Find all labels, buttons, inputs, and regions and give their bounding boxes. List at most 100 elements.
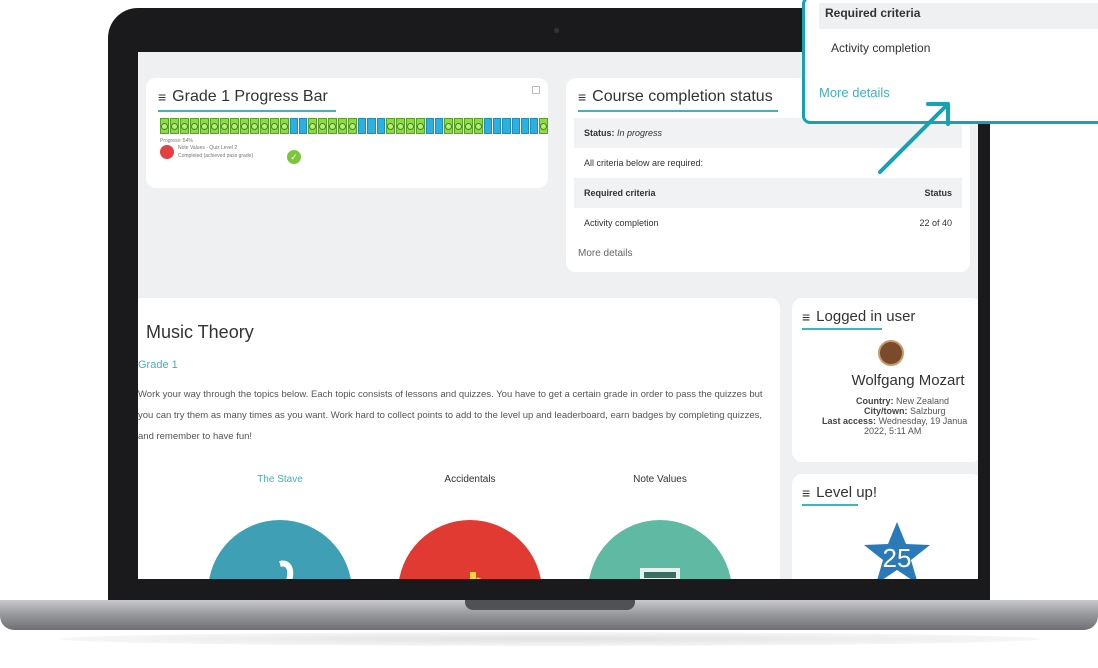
menu-icon: ≡ [802, 484, 811, 501]
progress-segment[interactable] [425, 118, 434, 134]
city-label: City/town: [864, 406, 908, 416]
progress-segment[interactable] [484, 118, 493, 134]
progress-segment[interactable] [395, 118, 405, 134]
note-icon [640, 568, 680, 579]
callout-activity: Activity completion [831, 41, 931, 55]
quiz-title[interactable]: Note Values - Quiz Level 2 [178, 145, 237, 151]
progress-segment[interactable] [520, 118, 529, 134]
grade-link[interactable]: Grade 1 [138, 359, 178, 371]
progress-text: Progress: 54% [160, 138, 193, 144]
progress-segment[interactable] [230, 118, 239, 134]
city-line: City/town: Salzburg [864, 406, 946, 416]
level-up-card: ≡ Level up! 25 [792, 474, 978, 579]
title-underline [158, 110, 336, 112]
topic-note-values[interactable]: Note Values [600, 474, 720, 485]
callout-arrow-icon [878, 102, 950, 174]
progress-segment[interactable] [511, 118, 520, 134]
webcam [554, 28, 559, 33]
menu-icon: ≡ [802, 308, 811, 325]
progress-segment[interactable] [308, 118, 318, 134]
progress-segment[interactable] [200, 118, 209, 134]
level-star-icon: 25 [864, 522, 930, 579]
country-label: Country: [856, 396, 894, 406]
collapse-icon[interactable] [532, 86, 540, 94]
progress-segment[interactable] [464, 118, 474, 134]
progress-segment[interactable] [280, 118, 289, 134]
progress-segment[interactable] [180, 118, 189, 134]
progress-segment[interactable] [210, 118, 219, 134]
menu-icon: ≡ [158, 89, 167, 105]
progress-segment[interactable] [220, 118, 229, 134]
progress-segment[interactable] [454, 118, 464, 134]
level-up-title-text: Level up! [816, 484, 878, 501]
completion-title-text: Course completion status [592, 88, 773, 105]
progress-segment[interactable] [434, 118, 444, 134]
last-access-label: Last access: [822, 416, 877, 426]
country-value: New Zealand [896, 396, 950, 406]
progress-segment[interactable] [318, 118, 328, 134]
topic-accidentals[interactable]: Accidentals [410, 474, 530, 485]
progress-segment[interactable] [299, 118, 308, 134]
criteria-column-header: Required criteria [584, 188, 656, 198]
progress-segment[interactable] [376, 118, 385, 134]
level-number: 25 [883, 543, 912, 573]
progress-segment[interactable] [348, 118, 358, 134]
quiz-icon [160, 145, 174, 159]
progress-segment[interactable] [385, 118, 395, 134]
activity-label: Activity completion [584, 218, 659, 228]
progress-segment[interactable] [474, 118, 484, 134]
progress-segment[interactable] [405, 118, 415, 134]
logged-in-title-text: Logged in user [816, 308, 916, 325]
progress-segment[interactable] [529, 118, 539, 134]
course-description: Work your way through the topics below. … [138, 389, 763, 442]
topic-the-stave[interactable]: The Stave [220, 474, 340, 485]
status-label: Status: [584, 128, 615, 138]
progress-segment[interactable] [415, 118, 425, 134]
grade-progress-card: ≡ Grade 1 Progress Bar Progress: 54% Not… [146, 78, 549, 188]
progress-segment[interactable] [367, 118, 376, 134]
check-icon: ✓ [287, 150, 301, 164]
logged-in-user-card: ≡ Logged in user Wolfgang Mozart Country… [792, 298, 978, 462]
stave-circle[interactable] [208, 520, 352, 579]
progress-segment[interactable] [270, 118, 279, 134]
laptop-notch [465, 600, 635, 610]
note-values-circle[interactable] [588, 520, 732, 579]
progress-segment[interactable] [260, 118, 269, 134]
laptop-mockup: ≡ Grade 1 Progress Bar Progress: 54% Not… [0, 0, 1098, 668]
more-details-link[interactable]: More details [578, 248, 632, 259]
criteria-header-row: Required criteria Status [574, 178, 962, 208]
progress-bar [160, 118, 549, 134]
avatar[interactable] [878, 340, 904, 366]
last-access-line: Last access: Wednesday, 19 Janua [822, 416, 967, 426]
progress-segment[interactable] [444, 118, 454, 134]
accidentals-circle[interactable] [398, 520, 542, 579]
progress-segment[interactable] [190, 118, 199, 134]
progress-segment[interactable] [358, 118, 367, 134]
title-underline [802, 504, 858, 506]
logged-in-title: ≡ Logged in user [802, 308, 915, 325]
status-value: In progress [617, 128, 663, 138]
course-title: Music Theory [146, 322, 254, 342]
progress-segment[interactable] [539, 118, 549, 134]
progress-segment[interactable] [493, 118, 502, 134]
completion-title: ≡ Course completion status [578, 88, 773, 106]
activity-value: 22 of 40 [919, 218, 952, 228]
progress-segment[interactable] [338, 118, 348, 134]
progress-segment[interactable] [502, 118, 511, 134]
progress-segment[interactable] [170, 118, 179, 134]
last-access-value: Wednesday, 19 Janua [878, 416, 968, 426]
progress-segment[interactable] [160, 118, 169, 134]
quiz-status: Completed (achieved pass grade) [178, 153, 254, 159]
country-line: Country: New Zealand [856, 396, 949, 406]
menu-icon: ≡ [578, 89, 587, 105]
callout-header: Required criteria [819, 3, 1098, 29]
grade-progress-title: ≡ Grade 1 Progress Bar [158, 88, 328, 106]
progress-segment[interactable] [240, 118, 249, 134]
criteria-note-text: All criteria below are required: [584, 158, 704, 168]
progress-segment[interactable] [250, 118, 259, 134]
progress-segment[interactable] [290, 118, 299, 134]
progress-segment[interactable] [328, 118, 338, 134]
last-access-line-2: 2022, 5:11 AM [864, 426, 922, 436]
user-name[interactable]: Wolfgang Mozart [834, 372, 978, 389]
treble-clef-icon [279, 560, 294, 579]
